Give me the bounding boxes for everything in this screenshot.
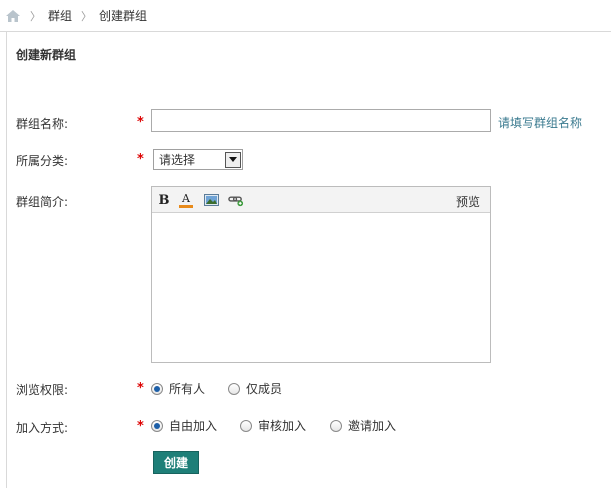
chevron-down-icon[interactable] <box>225 151 241 168</box>
required-marker: * <box>137 381 144 396</box>
browse-option-label: 仅成员 <box>246 382 283 396</box>
chevron-right-icon: 〉 <box>30 9 41 23</box>
intro-editor: B A 预览 <box>151 186 491 363</box>
category-selected-value: 请选择 <box>159 153 196 167</box>
browse-option-members[interactable]: 仅成员 <box>228 380 282 397</box>
group-name-label: 群组名称: <box>16 117 69 131</box>
bold-icon[interactable]: B <box>156 192 172 208</box>
join-option-review[interactable]: 审核加入 <box>240 417 306 434</box>
radio-checked[interactable] <box>151 382 163 395</box>
join-option-label: 审核加入 <box>258 419 307 433</box>
radio-unchecked[interactable] <box>240 419 252 432</box>
editor-toolbar: B A 预览 <box>152 187 490 213</box>
group-name-input[interactable] <box>151 109 491 132</box>
join-option-label: 自由加入 <box>169 419 218 433</box>
font-color-icon[interactable]: A <box>178 192 194 208</box>
create-button[interactable]: 创建 <box>153 451 199 474</box>
breadcrumb: 〉 群组 〉 创建群组 <box>0 0 611 32</box>
required-marker: * <box>137 419 144 434</box>
group-name-hint: 请填写群组名称 <box>498 116 583 130</box>
join-option-free[interactable]: 自由加入 <box>151 417 217 434</box>
join-option-invite[interactable]: 邀请加入 <box>330 417 396 434</box>
home-icon[interactable] <box>5 9 21 23</box>
font-color-glyph: A <box>182 191 190 205</box>
intro-textarea[interactable] <box>152 213 490 363</box>
category-select[interactable]: 请选择 <box>153 149 243 170</box>
create-group-panel: 创建新群组 群组名称: * 请填写群组名称 所属分类: * 请选择 群组简介: … <box>6 32 611 488</box>
image-icon[interactable] <box>203 192 219 208</box>
link-icon[interactable] <box>228 192 244 208</box>
browse-permission-label: 浏览权限: <box>16 383 69 397</box>
join-method-label: 加入方式: <box>16 421 69 435</box>
chevron-right-icon: 〉 <box>81 9 93 23</box>
browse-option-label: 所有人 <box>169 382 206 396</box>
radio-unchecked[interactable] <box>228 382 240 395</box>
breadcrumb-item-create-group: 创建群组 <box>99 9 148 23</box>
breadcrumb-item-groups[interactable]: 群组 <box>48 7 72 24</box>
required-marker: * <box>137 152 144 167</box>
radio-checked[interactable] <box>151 419 163 432</box>
radio-unchecked[interactable] <box>330 419 342 432</box>
page-title: 创建新群组 <box>16 48 77 62</box>
preview-button[interactable]: 预览 <box>456 193 480 210</box>
required-marker: * <box>137 115 144 130</box>
join-option-label: 邀请加入 <box>348 419 397 433</box>
intro-label: 群组简介: <box>16 195 69 209</box>
category-label: 所属分类: <box>16 154 69 168</box>
browse-option-everyone[interactable]: 所有人 <box>151 380 205 397</box>
